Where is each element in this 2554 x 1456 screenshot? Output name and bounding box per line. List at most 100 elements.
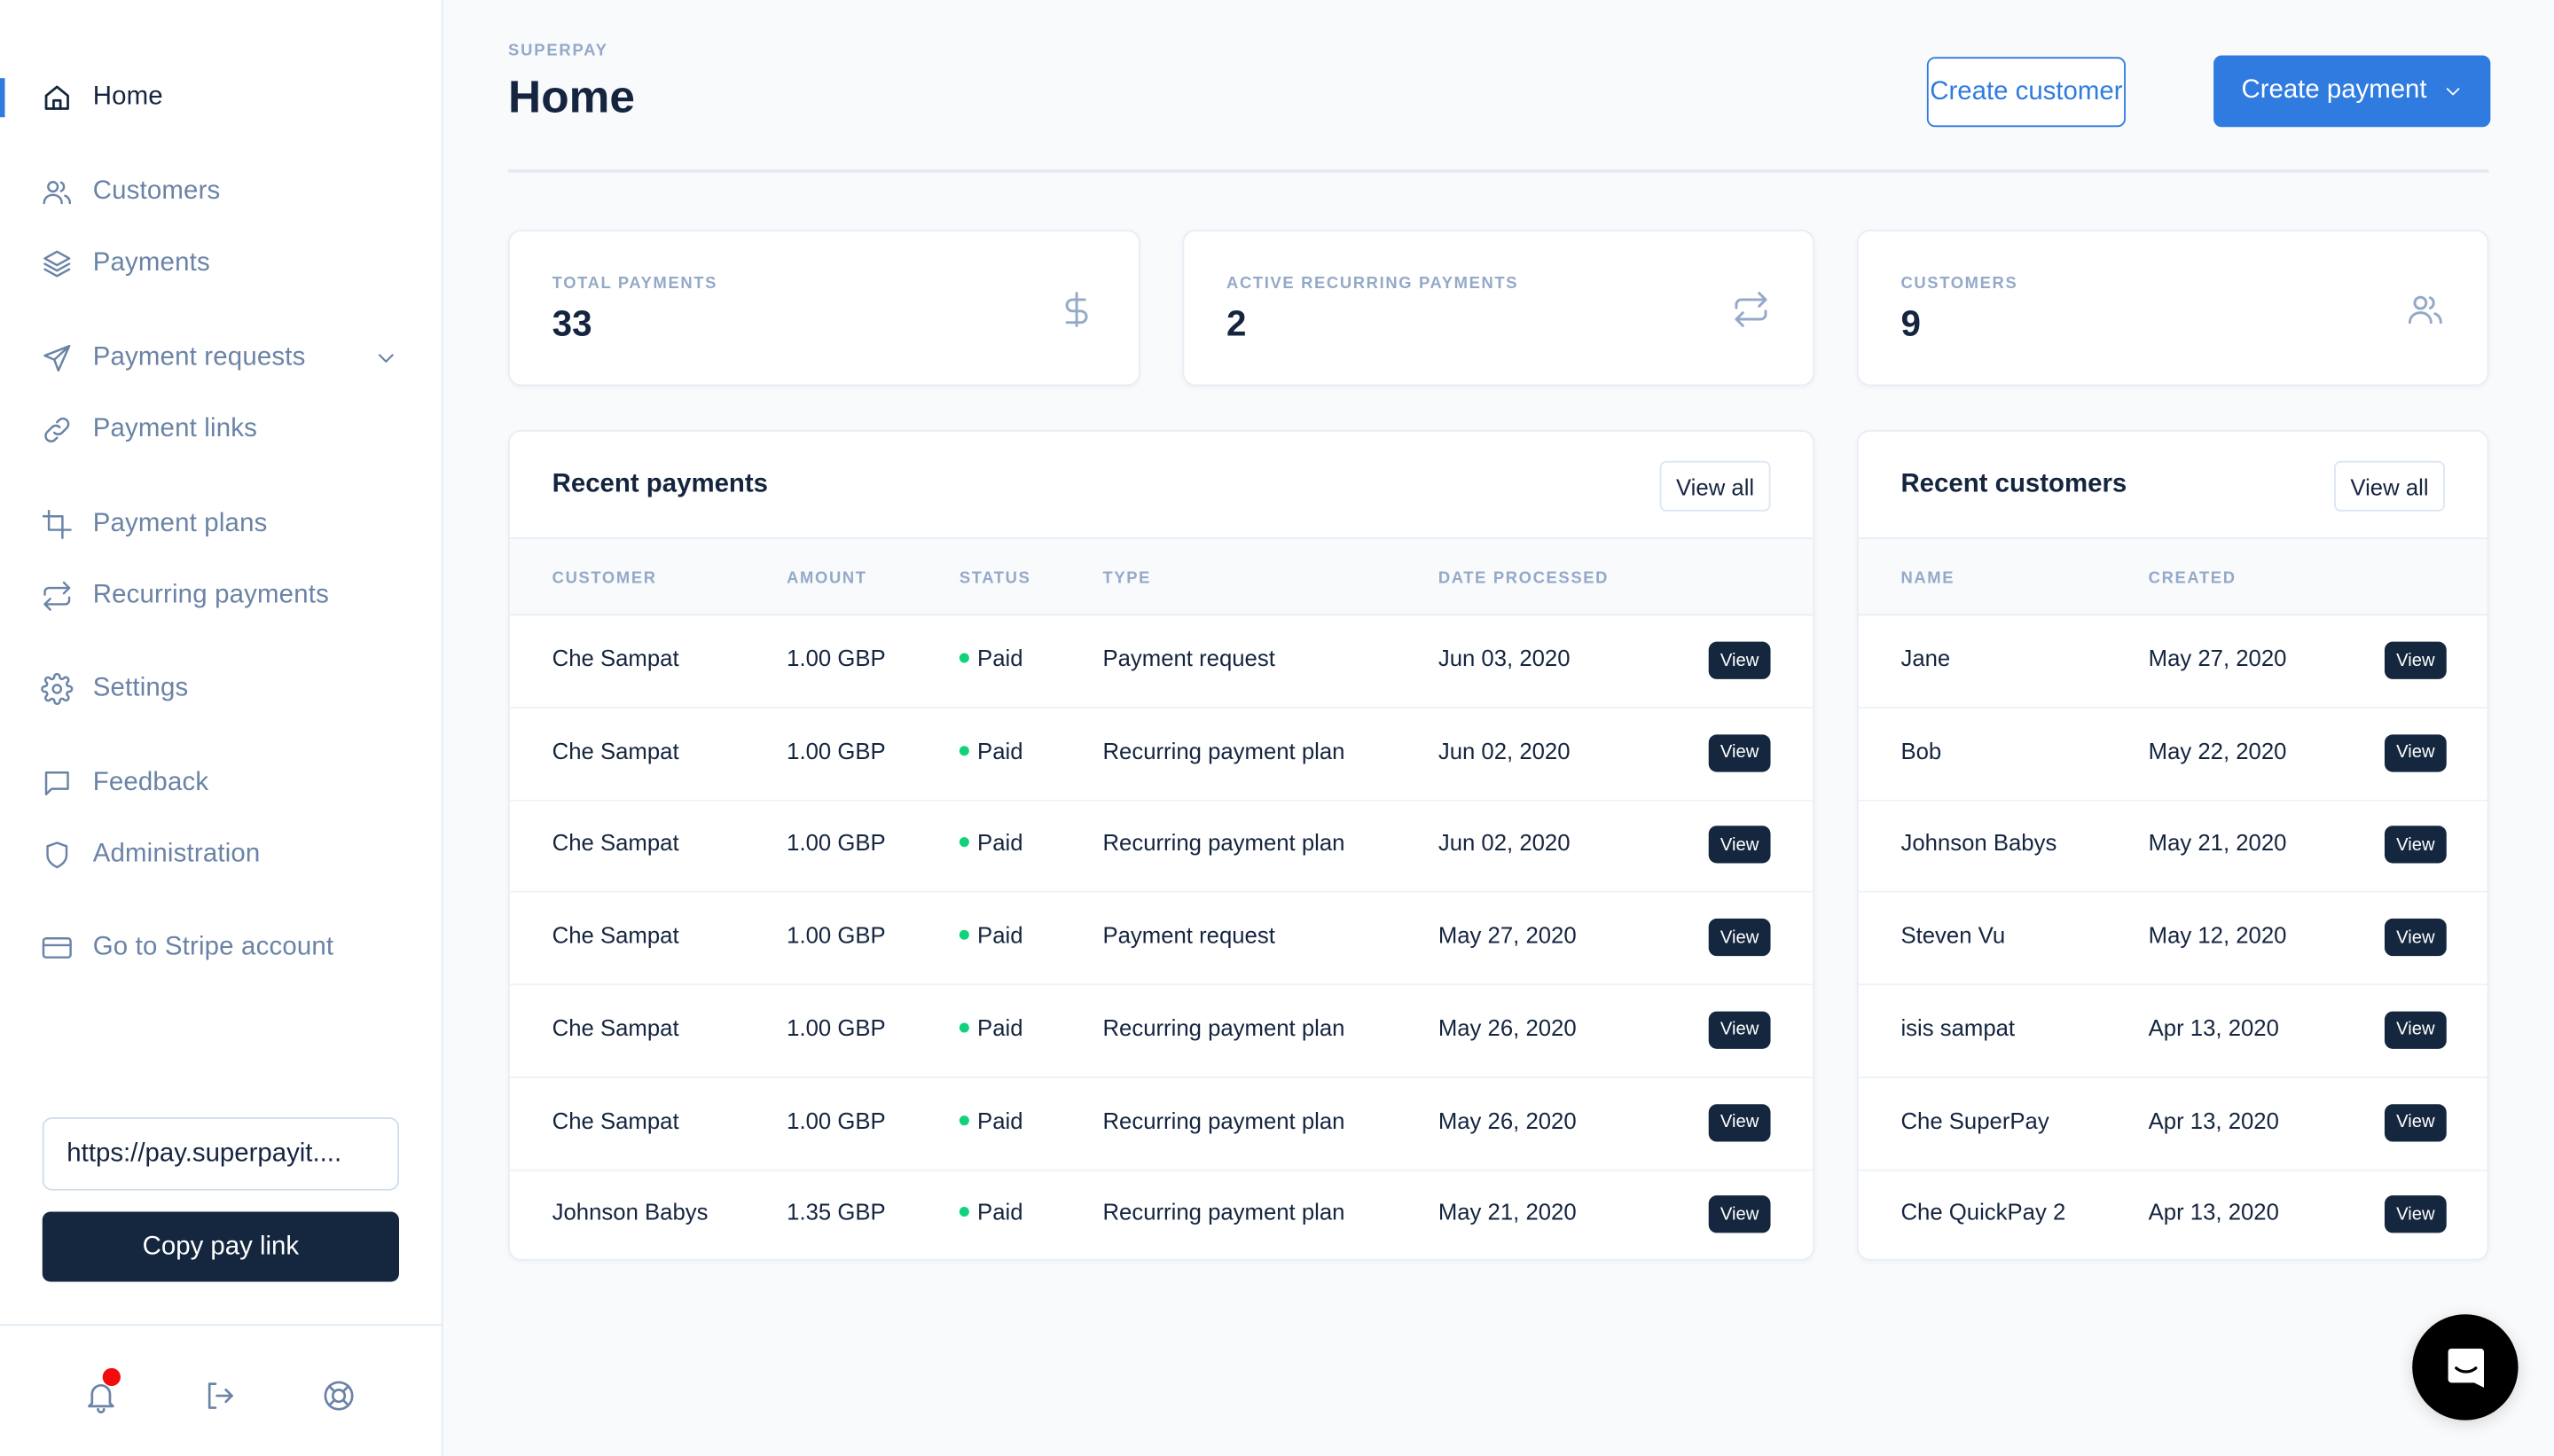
view-payment-button[interactable]: View [1708, 826, 1771, 865]
table-row[interactable]: Bob May 22, 2020 View [1858, 708, 2487, 802]
view-customer-button[interactable]: View [2384, 919, 2447, 957]
status-cell: Paid [959, 922, 1023, 948]
status-label: Paid [977, 829, 1023, 857]
panel-title: Recent customers [1900, 470, 2127, 499]
name-cell: Johnson Babys [1900, 829, 2057, 857]
name-cell: Jane [1900, 645, 1951, 671]
sidebar-item-label: Administration [92, 840, 261, 868]
table-row[interactable]: Che Sampat 1.00 GBP Paid Payment request Jun… [509, 615, 1814, 708]
customer-cell: Johnson Babys [552, 1199, 709, 1225]
view-payment-button[interactable]: View [1708, 1011, 1771, 1049]
view-customer-button[interactable]: View [2384, 1103, 2447, 1141]
type-cell: Recurring payment plan [1102, 829, 1345, 857]
sidebar-item-label: Go to Stripe account [92, 933, 334, 961]
sidebar-item-label: Settings [92, 674, 189, 702]
amount-cell: 1.00 GBP [787, 829, 886, 857]
table-row[interactable]: Che Sampat 1.00 GBP Paid Recurring payment … [509, 801, 1814, 894]
sidebar-item-payment-requests[interactable]: Payment requests [0, 334, 442, 383]
type-cell: Recurring payment plan [1102, 1199, 1345, 1225]
create-customer-button[interactable]: Create customer [1926, 57, 2126, 128]
table-row[interactable]: Che Sampat 1.00 GBP Paid Recurring payment … [509, 985, 1814, 1078]
view-customer-button[interactable]: View [2384, 641, 2447, 679]
view-payment-button[interactable]: View [1708, 1103, 1771, 1141]
table-row[interactable]: Che Sampat 1.00 GBP Paid Recurring payment … [509, 1077, 1814, 1170]
sidebar-item-settings[interactable]: Settings [0, 664, 442, 713]
view-payment-button[interactable]: View [1708, 1195, 1771, 1233]
status-paid-dot [959, 1207, 969, 1217]
view-payment-button[interactable]: View [1708, 641, 1771, 679]
chat-launcher-button[interactable] [2412, 1314, 2519, 1421]
status-paid-dot [959, 1115, 969, 1125]
column-header[interactable]: STATUS [960, 570, 1031, 588]
view-all-customers-button[interactable]: View all [2334, 460, 2445, 512]
table-header: NAME CREATED [1858, 537, 2487, 616]
type-cell: Recurring payment plan [1102, 1014, 1345, 1041]
column-header[interactable]: AMOUNT [787, 570, 867, 588]
sidebar-item-payment-links[interactable]: Payment links [0, 405, 442, 454]
users-icon [2406, 290, 2445, 329]
view-payment-button[interactable]: View [1708, 919, 1771, 957]
sidebar-item-customers[interactable]: Customers [0, 168, 442, 216]
status-label: Paid [977, 645, 1023, 671]
status-label: Paid [977, 1014, 1023, 1041]
status-cell: Paid [959, 829, 1023, 857]
sidebar-item-label: Home [92, 82, 163, 111]
lifebuoy-icon[interactable] [321, 1378, 356, 1413]
pay-link-input[interactable] [42, 1116, 399, 1191]
create-payment-button[interactable]: Create payment [2213, 55, 2491, 128]
sidebar-item-payments[interactable]: Payments [0, 239, 442, 288]
amount-cell: 1.00 GBP [787, 921, 886, 949]
shield-icon [41, 839, 74, 872]
table-row[interactable]: Johnson Babys May 21, 2020 View [1858, 801, 2487, 894]
sidebar-item-stripe-account[interactable]: Go to Stripe account [0, 923, 442, 972]
view-all-payments-button[interactable]: View all [1659, 460, 1771, 512]
link-icon [41, 414, 74, 447]
home-icon [41, 82, 74, 114]
sidebar-item-label: Payment plans [92, 509, 268, 538]
table-row[interactable]: isis sampat Apr 13, 2020 View [1858, 985, 2487, 1078]
column-header[interactable]: DATE PROCESSED [1438, 570, 1609, 588]
column-header[interactable]: NAME [1900, 570, 1955, 588]
users-icon [41, 176, 74, 208]
customer-cell: Che Sampat [552, 829, 679, 857]
sidebar-item-label: Payments [92, 249, 210, 278]
chevron-down-icon[interactable] [373, 345, 399, 371]
status-paid-dot [959, 929, 969, 940]
bell-icon[interactable] [83, 1367, 121, 1413]
status-label: Paid [977, 1107, 1023, 1133]
table-row[interactable]: Johnson Babys 1.35 GBP Paid Recurring payme… [510, 1170, 1813, 1259]
stat-label: CUSTOMERS [1900, 275, 2018, 294]
crop-icon [41, 508, 74, 541]
logout-icon[interactable] [202, 1378, 238, 1413]
column-header[interactable]: TYPE [1102, 570, 1151, 588]
sidebar-item-administration[interactable]: Administration [0, 831, 442, 880]
view-customer-button[interactable]: View [2384, 1011, 2447, 1049]
gear-icon [41, 672, 74, 706]
view-customer-button[interactable]: View [2384, 733, 2447, 772]
table-row[interactable]: Steven Vu May 12, 2020 View [1858, 893, 2487, 986]
name-cell: Che QuickPay 2 [1900, 1199, 2066, 1225]
sidebar-item-feedback[interactable]: Feedback [0, 759, 442, 808]
customer-cell: Che Sampat [552, 737, 679, 763]
table-row[interactable]: Jane May 27, 2020 View [1858, 615, 2487, 708]
amount-cell: 1.00 GBP [787, 1014, 886, 1041]
column-header[interactable]: CUSTOMER [552, 570, 657, 588]
table-row[interactable]: Che SuperPay Apr 13, 2020 View [1858, 1077, 2487, 1170]
table-row[interactable]: Che QuickPay 2 Apr 13, 2020 View [1859, 1170, 2487, 1259]
table-row[interactable]: Che Sampat 1.00 GBP Paid Recurring payment … [509, 708, 1814, 802]
table-row[interactable]: Che Sampat 1.00 GBP Paid Payment request May… [509, 893, 1814, 986]
view-customer-button[interactable]: View [2384, 826, 2447, 865]
sidebar-item-home[interactable]: Home [0, 74, 442, 122]
view-payment-button[interactable]: View [1708, 733, 1771, 772]
sidebar-item-payment-plans[interactable]: Payment plans [0, 500, 442, 549]
amount-cell: 1.35 GBP [787, 1199, 886, 1225]
view-customer-button[interactable]: View [2384, 1195, 2447, 1233]
status-cell: Paid [959, 1199, 1023, 1225]
name-cell: Bob [1900, 737, 1942, 763]
copy-pay-link-button[interactable]: Copy pay link [42, 1211, 399, 1282]
created-cell: Apr 13, 2020 [2148, 1199, 2279, 1225]
stat-value: 33 [552, 302, 592, 344]
sidebar-item-recurring-payments[interactable]: Recurring payments [0, 572, 442, 621]
app-name: SUPERPAY [508, 42, 608, 60]
column-header[interactable]: CREATED [2149, 570, 2237, 588]
